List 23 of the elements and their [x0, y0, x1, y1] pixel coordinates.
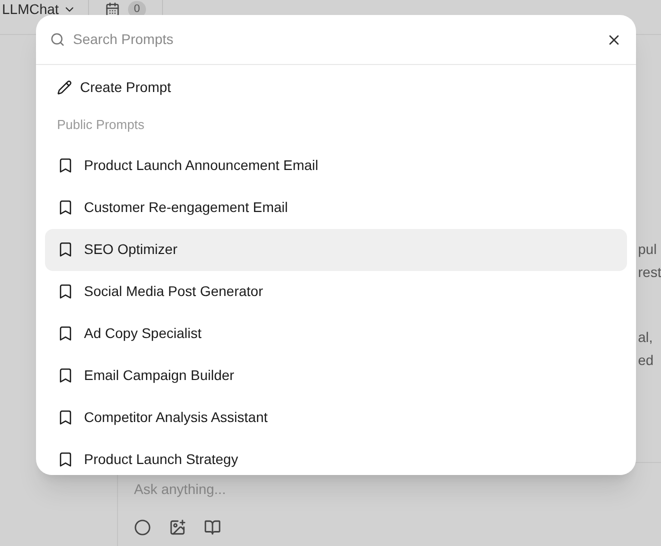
- bookmark-icon: [57, 325, 74, 342]
- section-heading: Public Prompts: [56, 116, 146, 134]
- bookmark-icon: [57, 409, 74, 426]
- bookmark-icon: [57, 157, 74, 174]
- bookmark-icon: [57, 367, 74, 384]
- bookmark-icon: [57, 199, 74, 216]
- create-prompt-button[interactable]: Create Prompt: [36, 65, 636, 109]
- bookmark-icon: [57, 241, 74, 258]
- body-text: al,: [638, 328, 654, 347]
- body-text: rest: [638, 263, 661, 282]
- search-field[interactable]: Search Prompts: [73, 29, 606, 50]
- search-icon: [50, 32, 65, 47]
- bookmark-icon: [57, 451, 74, 468]
- book-icon[interactable]: [204, 519, 221, 536]
- message-field[interactable]: Ask anything...: [134, 479, 434, 500]
- body-text: pul: [638, 240, 658, 259]
- body-text: ed: [638, 351, 655, 370]
- prompt-item[interactable]: SEO Optimizer: [45, 228, 627, 270]
- calendar-icon[interactable]: [104, 2, 120, 17]
- image-plus-icon[interactable]: [169, 519, 186, 536]
- bookmark-icon: [57, 283, 74, 300]
- pencil-icon: [57, 80, 72, 94]
- circle-icon[interactable]: [134, 519, 151, 536]
